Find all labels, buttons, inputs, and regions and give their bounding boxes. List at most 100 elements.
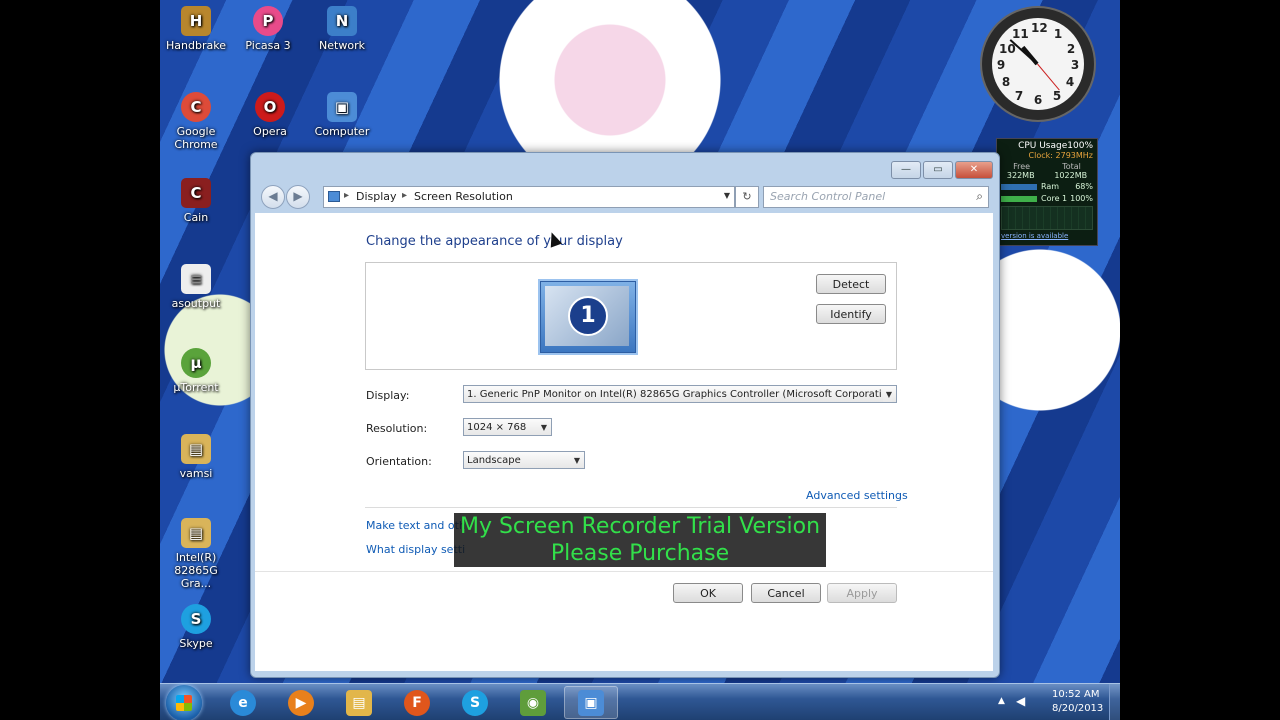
- close-button[interactable]: ✕: [955, 161, 993, 179]
- chevron-down-icon: ▼: [540, 423, 547, 432]
- taskbar-firefox[interactable]: F: [390, 686, 444, 719]
- ram-free-value: 322MB: [1006, 171, 1035, 180]
- breadcrumb-screen-resolution[interactable]: Screen Resolution: [414, 190, 513, 203]
- desktop-icon-vamsi[interactable]: ▤ vamsi: [160, 434, 232, 480]
- taskbar-control-panel[interactable]: ▣: [564, 686, 618, 719]
- orientation-select-value: Landscape: [467, 455, 521, 466]
- clock-number: 7: [1014, 89, 1024, 103]
- system-tray: ▲ ◀ 10:52 AM 8/20/2013: [990, 684, 1120, 720]
- page-heading: Change the appearance of your display: [366, 234, 623, 249]
- desktop-icon-label: Computer: [314, 125, 370, 138]
- monitor-number: 1: [580, 303, 596, 328]
- show-desktop-button[interactable]: [1109, 684, 1120, 720]
- total-label: Total: [1062, 162, 1081, 171]
- minimize-button[interactable]: —: [891, 161, 921, 179]
- advanced-settings-link[interactable]: Advanced settings: [806, 489, 908, 502]
- back-button[interactable]: ◀: [261, 185, 285, 209]
- identify-button[interactable]: Identify: [816, 304, 886, 324]
- opera-icon: O: [255, 92, 285, 122]
- text-size-link[interactable]: Make text and oth: [366, 519, 466, 532]
- desktop-icon-handbrake[interactable]: H Handbrake: [160, 6, 232, 52]
- volume-icon[interactable]: ◀: [1016, 694, 1025, 708]
- desktop-icon-label: Opera: [253, 125, 287, 138]
- core-percent: 100%: [1070, 194, 1093, 203]
- resolution-select[interactable]: 1024 × 768 ▼: [463, 418, 552, 436]
- clock-number: 3: [1070, 58, 1080, 72]
- network-icon: N: [327, 6, 357, 36]
- clock-number: 4: [1065, 75, 1075, 89]
- apply-button[interactable]: Apply: [827, 583, 897, 603]
- monitor-thumbnail[interactable]: 1: [540, 281, 636, 353]
- windows-logo-icon: [176, 695, 192, 711]
- clock-gadget[interactable]: 12 1 2 3 4 5 6 7 8 9 10 11: [982, 8, 1094, 120]
- desktop-icon-label: Network: [319, 39, 365, 52]
- core-label: Core 1: [1041, 194, 1068, 203]
- taskbar-screen-recorder[interactable]: ◉: [506, 686, 560, 719]
- clock-number: 10: [999, 42, 1016, 56]
- internet-explorer-icon: e: [230, 689, 256, 716]
- document-icon: ≡: [181, 264, 211, 294]
- address-bar[interactable]: ▸ Display ▸ Screen Resolution ▼: [323, 186, 735, 208]
- taskbar-explorer[interactable]: ▤: [332, 686, 386, 719]
- display-select[interactable]: 1. Generic PnP Monitor on Intel(R) 82865…: [463, 385, 897, 403]
- search-placeholder: Search Control Panel: [770, 190, 886, 203]
- desktop-icon-label: asoutput: [171, 297, 221, 310]
- detect-button[interactable]: Detect: [816, 274, 886, 294]
- button-bar-divider: [255, 571, 993, 572]
- maximize-button[interactable]: ▭: [923, 161, 953, 179]
- window-controls: — ▭ ✕: [891, 161, 993, 179]
- desktop-icon-skype[interactable]: S Skype: [160, 604, 232, 650]
- show-hidden-icons-icon[interactable]: ▲: [998, 696, 1005, 706]
- clock-time[interactable]: 10:52 AM: [1052, 689, 1099, 700]
- taskbar-skype[interactable]: S: [448, 686, 502, 719]
- forward-button[interactable]: ▶: [286, 185, 310, 209]
- search-input[interactable]: Search Control Panel ⌕: [763, 186, 989, 208]
- free-label: Free: [1013, 162, 1031, 171]
- control-panel-icon: [328, 191, 340, 202]
- clock-number: 6: [1033, 93, 1043, 107]
- firefox-icon: F: [404, 689, 430, 716]
- resolution-select-value: 1024 × 768: [467, 422, 527, 433]
- taskbar-media-player[interactable]: ▶: [274, 686, 328, 719]
- cpu-usage-gadget[interactable]: CPU Usage100% Clock: 2793MHz Free Total …: [996, 138, 1098, 246]
- cancel-button[interactable]: Cancel: [751, 583, 821, 603]
- desktop-icon-label: Skype: [179, 637, 213, 650]
- breadcrumb-separator: ▸: [344, 190, 350, 201]
- desktop-icon-computer[interactable]: ▣ Computer: [306, 92, 378, 138]
- monitor-number-badge: 1: [568, 296, 608, 336]
- breadcrumb-display[interactable]: Display: [356, 190, 397, 203]
- taskbar: e ▶ ▤ F S ◉ ▣ ▲ ◀ 10:52 AM 8/20/2013: [160, 683, 1120, 720]
- ram-total-value: 1022MB: [1054, 171, 1088, 180]
- desktop-icon-label: Intel(R) 82865G Gra...: [174, 551, 218, 590]
- screen-resolution-window: — ▭ ✕ ◀ ▶ ▸ Display ▸ Screen Resolution …: [250, 152, 1000, 678]
- search-icon: ⌕: [976, 189, 983, 203]
- ok-button[interactable]: OK: [673, 583, 743, 603]
- desktop-icon-asoutput[interactable]: ≡ asoutput: [160, 264, 232, 310]
- display-label: Display:: [366, 389, 410, 402]
- core-bar: [1001, 196, 1037, 202]
- ram-values: 322MB 1022MB: [997, 171, 1097, 180]
- recorder-watermark: My Screen Recorder Trial Version Please …: [454, 513, 826, 567]
- desktop-icon-network[interactable]: N Network: [306, 6, 378, 52]
- refresh-button[interactable]: ↻: [735, 186, 759, 208]
- desktop-icon-cain[interactable]: C Cain: [160, 178, 232, 224]
- display-settings-help-link[interactable]: What display setti: [366, 543, 465, 556]
- clock-number: 11: [1012, 27, 1029, 41]
- orientation-select[interactable]: Landscape ▼: [463, 451, 585, 469]
- folder-icon: ▤: [181, 434, 211, 464]
- start-button[interactable]: [166, 685, 202, 720]
- desktop-icon-intel[interactable]: ▤ Intel(R) 82865G Gra...: [160, 518, 232, 590]
- address-dropdown-icon[interactable]: ▼: [724, 191, 730, 200]
- ram-header: Free Total: [997, 162, 1097, 171]
- desktop-icon-opera[interactable]: O Opera: [234, 92, 306, 138]
- desktop-icon-chrome[interactable]: C Google Chrome: [160, 92, 232, 151]
- clock-date[interactable]: 8/20/2013: [1052, 703, 1103, 714]
- desktop-icon-utorrent[interactable]: µ µTorrent: [160, 348, 232, 394]
- desktop-icon-label: Picasa 3: [245, 39, 291, 52]
- cpu-footer[interactable]: version is available: [997, 232, 1097, 240]
- watermark-line-2: Please Purchase: [550, 541, 730, 566]
- desktop-icon-picasa[interactable]: P Picasa 3: [232, 6, 304, 52]
- utorrent-icon: µ: [181, 348, 211, 378]
- intel-folder-icon: ▤: [181, 518, 211, 548]
- taskbar-internet-explorer[interactable]: e: [216, 686, 270, 719]
